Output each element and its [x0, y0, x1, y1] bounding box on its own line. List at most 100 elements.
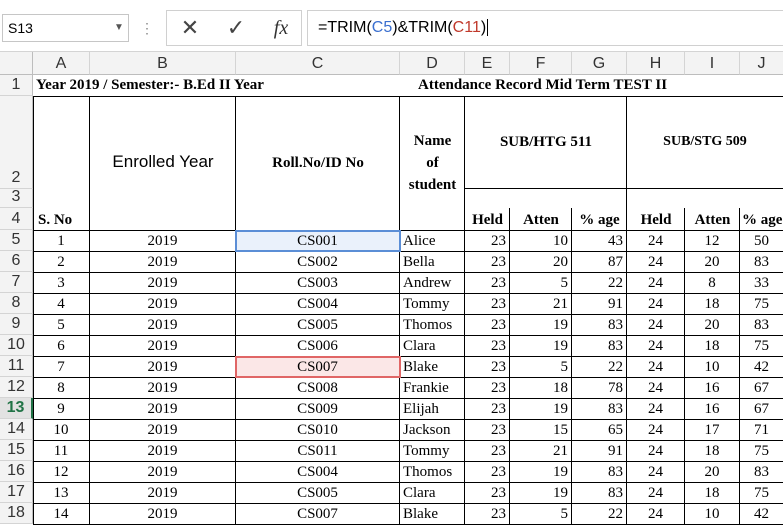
cell-enrolled-year[interactable]: 2019	[90, 356, 236, 378]
cell-atten-1[interactable]: 18	[510, 377, 572, 399]
cell-student-name[interactable]: Blake	[400, 503, 465, 525]
cell-student-name[interactable]: Blake	[400, 356, 465, 378]
row-header-3[interactable]: 3	[0, 188, 33, 208]
cell-student-name[interactable]: Thomos	[400, 461, 465, 483]
cell-percent-2[interactable]: 75	[740, 482, 783, 504]
cell-atten-2[interactable]: 16	[685, 377, 740, 399]
row-header-13[interactable]: 13	[0, 398, 33, 419]
formula-input[interactable]: =TRIM(C5)&TRIM(C11)	[307, 10, 783, 46]
cell-atten-2[interactable]: 12	[685, 230, 740, 252]
cell-atten-2[interactable]: 20	[685, 314, 740, 336]
cell-enrolled-year[interactable]: 2019	[90, 335, 236, 357]
cell-enrolled-year[interactable]: 2019	[90, 251, 236, 273]
cell-atten-2[interactable]: 16	[685, 398, 740, 420]
cell-percent-2[interactable]: 67	[740, 398, 783, 420]
cell-held-2[interactable]: 24	[627, 335, 685, 357]
row-header-9[interactable]: 9	[0, 314, 33, 335]
cell-held-2[interactable]: 24	[627, 419, 685, 441]
select-all-corner[interactable]	[0, 52, 33, 75]
cell-sno[interactable]: 5	[33, 314, 90, 336]
row-header-15[interactable]: 15	[0, 440, 33, 461]
column-header-h[interactable]: H	[627, 52, 685, 75]
cell-sno[interactable]: 6	[33, 335, 90, 357]
cell-enrolled-year[interactable]: 2019	[90, 482, 236, 504]
cell-atten-2[interactable]: 10	[685, 503, 740, 525]
cell-atten-2[interactable]: 18	[685, 440, 740, 462]
cell-roll-no[interactable]: CS006	[236, 335, 400, 357]
cell-sno[interactable]: 14	[33, 503, 90, 525]
cell-held-2[interactable]: 24	[627, 482, 685, 504]
cell-sno[interactable]: 8	[33, 377, 90, 399]
cell-atten-1[interactable]: 19	[510, 314, 572, 336]
cell-held-1[interactable]: 23	[465, 251, 510, 273]
cell-held-2[interactable]: 24	[627, 440, 685, 462]
cell-percent-1[interactable]: 22	[572, 272, 627, 294]
cell-held-1[interactable]: 23	[465, 314, 510, 336]
cell-student-name[interactable]: Tommy	[400, 293, 465, 315]
cell-held-2[interactable]: 24	[627, 461, 685, 483]
cell-atten-2[interactable]: 18	[685, 335, 740, 357]
cell-held-1[interactable]: 23	[465, 419, 510, 441]
column-header-g[interactable]: G	[572, 52, 627, 75]
cell-roll-no[interactable]: CS008	[236, 377, 400, 399]
row-header-17[interactable]: 17	[0, 482, 33, 503]
cell-sno[interactable]: 12	[33, 461, 90, 483]
cell-percent-2[interactable]: 50	[740, 230, 783, 252]
cell-atten-2[interactable]: 18	[685, 293, 740, 315]
cell-roll-no[interactable]: CS004	[236, 461, 400, 483]
cell-percent-2[interactable]: 75	[740, 293, 783, 315]
cell-roll-no[interactable]: CS007	[236, 503, 400, 525]
cell-roll-no[interactable]: CS010	[236, 419, 400, 441]
chevron-down-icon[interactable]: ▼	[112, 14, 126, 42]
cell-atten-2[interactable]: 20	[685, 461, 740, 483]
cell-percent-1[interactable]: 22	[572, 356, 627, 378]
cell-percent-1[interactable]: 65	[572, 419, 627, 441]
insert-function-icon[interactable]: fx	[266, 14, 296, 42]
column-header-f[interactable]: F	[510, 52, 572, 75]
column-header-j[interactable]: J	[740, 52, 783, 75]
cell-student-name[interactable]: Bella	[400, 251, 465, 273]
cell-percent-1[interactable]: 83	[572, 482, 627, 504]
cell-enrolled-year[interactable]: 2019	[90, 503, 236, 525]
cell-atten-1[interactable]: 19	[510, 482, 572, 504]
cell-enrolled-year[interactable]: 2019	[90, 293, 236, 315]
cell-held-1[interactable]: 23	[465, 398, 510, 420]
cell-roll-no[interactable]: CS001	[236, 230, 400, 252]
cell-held-2[interactable]: 24	[627, 356, 685, 378]
row-header-12[interactable]: 12	[0, 377, 33, 398]
cell-percent-2[interactable]: 71	[740, 419, 783, 441]
column-header-a[interactable]: A	[33, 52, 90, 75]
cell-held-2[interactable]: 24	[627, 230, 685, 252]
row-header-6[interactable]: 6	[0, 251, 33, 272]
cell-enrolled-year[interactable]: 2019	[90, 461, 236, 483]
cell-atten-1[interactable]: 19	[510, 398, 572, 420]
cell-held-1[interactable]: 23	[465, 293, 510, 315]
cell-atten-1[interactable]: 5	[510, 503, 572, 525]
cell-percent-1[interactable]: 91	[572, 293, 627, 315]
cell-enrolled-year[interactable]: 2019	[90, 314, 236, 336]
enter-icon[interactable]: ✓	[222, 14, 250, 42]
row-header-2[interactable]: 2	[0, 96, 33, 189]
cell-percent-2[interactable]: 75	[740, 335, 783, 357]
row-header-8[interactable]: 8	[0, 293, 33, 314]
cell-roll-no[interactable]: CS005	[236, 482, 400, 504]
cell-atten-2[interactable]: 10	[685, 356, 740, 378]
cell-roll-no[interactable]: CS002	[236, 251, 400, 273]
cell-student-name[interactable]: Thomos	[400, 314, 465, 336]
cell-held-2[interactable]: 24	[627, 293, 685, 315]
row-header-18[interactable]: 18	[0, 503, 33, 524]
cell-sno[interactable]: 11	[33, 440, 90, 462]
cell-held-1[interactable]: 23	[465, 440, 510, 462]
cancel-icon[interactable]: ✕	[176, 14, 204, 42]
cell-roll-no[interactable]: CS005	[236, 314, 400, 336]
cell-atten-1[interactable]: 5	[510, 356, 572, 378]
cell-percent-1[interactable]: 83	[572, 335, 627, 357]
cell-atten-1[interactable]: 21	[510, 440, 572, 462]
cell-percent-2[interactable]: 33	[740, 272, 783, 294]
cell-percent-1[interactable]: 83	[572, 314, 627, 336]
cell-held-1[interactable]: 23	[465, 356, 510, 378]
cell-atten-1[interactable]: 21	[510, 293, 572, 315]
name-box[interactable]: S13	[2, 14, 129, 42]
cell-percent-1[interactable]: 83	[572, 398, 627, 420]
column-header-d[interactable]: D	[400, 52, 465, 75]
